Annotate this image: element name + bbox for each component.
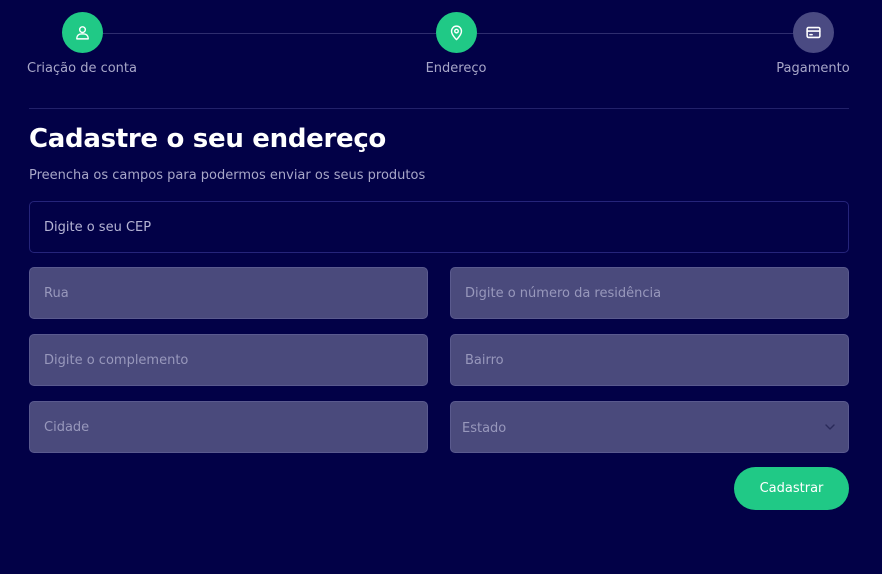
step-label-address: Endereço	[425, 61, 487, 76]
chevron-down-icon	[825, 424, 835, 430]
neighborhood-input[interactable]	[450, 334, 849, 386]
house-number-input[interactable]	[450, 267, 849, 319]
step-label-account: Criação de conta	[27, 61, 137, 76]
progress-stepper: Criação de conta Endereço Pagamento	[27, 12, 850, 82]
page-subtitle: Preencha os campos para podermos enviar …	[29, 168, 426, 183]
step-circle-address	[435, 12, 477, 53]
city-input[interactable]	[29, 401, 428, 453]
step-address: Endereço	[426, 12, 486, 76]
step-account-creation: Criação de conta	[27, 12, 137, 76]
complement-input[interactable]	[29, 334, 428, 386]
map-pin-icon	[450, 25, 462, 41]
cep-input[interactable]	[29, 201, 849, 253]
step-circle-payment	[792, 12, 834, 53]
credit-card-icon	[805, 26, 821, 39]
street-input[interactable]	[29, 267, 428, 319]
step-circle-account	[61, 12, 103, 53]
section-divider	[29, 108, 849, 109]
address-registration-page: Criação de conta Endereço Pagamento Cada…	[0, 0, 882, 574]
state-select[interactable]: Estado	[450, 401, 849, 453]
page-title: Cadastre o seu endereço	[29, 124, 386, 154]
register-button[interactable]: Cadastrar	[734, 467, 849, 510]
state-select-value: Estado	[462, 421, 507, 436]
step-payment: Pagamento	[776, 12, 850, 76]
user-icon	[75, 26, 89, 40]
step-label-payment: Pagamento	[776, 61, 850, 76]
